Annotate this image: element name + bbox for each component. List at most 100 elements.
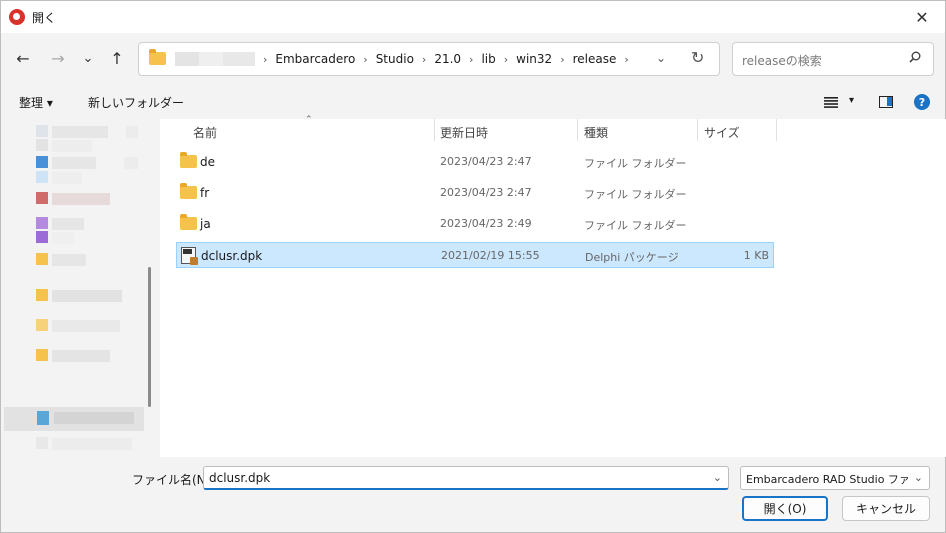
blurred-label [124, 157, 138, 169]
up-button[interactable]: ↑ [104, 45, 130, 71]
blurred-label [52, 218, 84, 230]
blurred-label [52, 320, 120, 332]
nav-item[interactable] [36, 289, 136, 303]
nav-item[interactable] [36, 253, 136, 267]
blurred-label [52, 193, 110, 205]
preview-pane-icon[interactable] [879, 96, 893, 108]
blurred-icon [36, 192, 48, 204]
breadcrumb-separator: › [421, 52, 427, 66]
column-header-name[interactable]: 名前 [193, 124, 217, 141]
nav-item[interactable] [36, 319, 136, 333]
nav-item[interactable] [36, 192, 136, 206]
sort-ascending-icon: ⌃ [305, 115, 313, 125]
open-file-dialog: 開く ✕ ← → ⌄ ↑ › Embarcadero › Studio › 21… [0, 0, 946, 533]
navigation-pane [1, 119, 158, 457]
nav-item-selected[interactable] [4, 407, 144, 431]
blurred-icon [36, 156, 48, 168]
new-folder-button[interactable]: 新しいフォルダー [88, 94, 184, 111]
folder-icon [180, 183, 197, 199]
organize-menu[interactable]: 整理 ▾ [19, 94, 53, 111]
column-divider[interactable] [776, 119, 777, 141]
breadcrumb-separator: › [469, 52, 474, 66]
redacted-path-segment [175, 52, 255, 66]
file-row[interactable]: fr 2023/04/23 2:47 ファイル フォルダー [176, 180, 774, 206]
close-button[interactable]: ✕ [899, 1, 945, 33]
breadcrumb-item[interactable]: 21.0 [434, 52, 461, 66]
file-modified: 2023/04/23 2:47 [440, 155, 532, 168]
cancel-button[interactable]: キャンセル [842, 496, 930, 521]
nav-item[interactable] [36, 125, 138, 139]
view-dropdown[interactable]: ▾ [849, 95, 854, 106]
file-type-filter-value: Embarcadero RAD Studio ファイル [746, 473, 908, 486]
file-type-filter[interactable]: Embarcadero RAD Studio ファイル ⌄ [740, 466, 930, 490]
blurred-icon [36, 231, 48, 243]
folder-icon [180, 214, 197, 230]
file-type: ファイル フォルダー [584, 157, 687, 170]
blurred-icon [36, 217, 48, 229]
delphi-package-icon [181, 247, 198, 265]
breadcrumb-separator: › [363, 52, 368, 66]
nav-item[interactable] [36, 231, 136, 245]
address-history-dropdown[interactable]: ⌄ [656, 51, 666, 65]
breadcrumb-separator[interactable]: › [624, 53, 628, 66]
title-bar: 開く ✕ [1, 1, 945, 33]
recent-locations-button[interactable]: ⌄ [75, 45, 101, 71]
file-name: dclusr.dpk [201, 249, 263, 263]
nav-item[interactable] [36, 349, 136, 363]
breadcrumb-item[interactable]: Embarcadero [275, 52, 355, 66]
blurred-icon [36, 171, 48, 183]
blurred-label [52, 140, 92, 152]
refresh-icon[interactable]: ↻ [691, 48, 704, 67]
filename-field[interactable]: dclusr.dpk ⌄ [203, 466, 729, 490]
breadcrumb-item[interactable]: win32 [516, 52, 552, 66]
column-header-type[interactable]: 種類 [584, 124, 608, 141]
nav-item[interactable] [36, 156, 138, 170]
blurred-label [54, 412, 134, 424]
back-button[interactable]: ← [10, 45, 36, 71]
blurred-icon [36, 125, 48, 137]
breadcrumb-item[interactable]: lib [481, 52, 495, 66]
file-modified: 2021/02/19 15:55 [441, 249, 540, 262]
open-button[interactable]: 開く(O) [742, 496, 828, 521]
folder-icon [36, 289, 48, 301]
blurred-label [52, 172, 82, 184]
forward-button[interactable]: → [45, 45, 71, 71]
breadcrumb-item[interactable]: release [573, 52, 617, 66]
view-options-icon[interactable] [824, 97, 838, 108]
nav-item[interactable] [36, 139, 136, 153]
file-modified: 2023/04/23 2:47 [440, 186, 532, 199]
blurred-icon [36, 437, 48, 449]
search-icon[interactable] [909, 51, 921, 63]
column-header-modified[interactable]: 更新日時 [440, 124, 488, 141]
file-row[interactable]: de 2023/04/23 2:47 ファイル フォルダー [176, 149, 774, 175]
file-name: ja [200, 217, 211, 231]
blurred-label [52, 290, 122, 302]
column-divider[interactable] [697, 119, 698, 141]
file-name: de [200, 155, 215, 169]
folder-icon [180, 152, 197, 168]
app-logo-icon [9, 9, 25, 25]
breadcrumb-separator: › [503, 52, 509, 66]
nav-item[interactable] [36, 437, 136, 451]
nav-item[interactable] [36, 171, 136, 185]
search-placeholder: releaseの検索 [742, 54, 822, 68]
folder-icon [36, 349, 48, 361]
file-row-selected[interactable]: dclusr.dpk 2021/02/19 15:55 Delphi パッケージ… [176, 242, 774, 268]
column-header-size[interactable]: サイズ [704, 124, 740, 141]
filename-dropdown[interactable]: ⌄ [713, 471, 722, 484]
blurred-label [52, 126, 108, 138]
help-icon[interactable]: ? [914, 94, 930, 110]
column-divider[interactable] [434, 119, 435, 141]
blurred-label [52, 350, 110, 362]
search-input[interactable]: releaseの検索 [732, 42, 934, 76]
nav-scrollbar[interactable] [148, 267, 151, 407]
blurred-label [52, 157, 96, 169]
nav-item[interactable] [36, 217, 136, 231]
file-type-filter-dropdown[interactable]: ⌄ [914, 471, 923, 484]
file-row[interactable]: ja 2023/04/23 2:49 ファイル フォルダー [176, 211, 774, 237]
breadcrumb-item[interactable]: Studio [376, 52, 414, 66]
column-divider[interactable] [577, 119, 578, 141]
blurred-label [126, 126, 138, 138]
address-bar[interactable]: › Embarcadero › Studio › 21.0 › lib › wi… [138, 42, 720, 76]
file-type: ファイル フォルダー [584, 188, 687, 201]
